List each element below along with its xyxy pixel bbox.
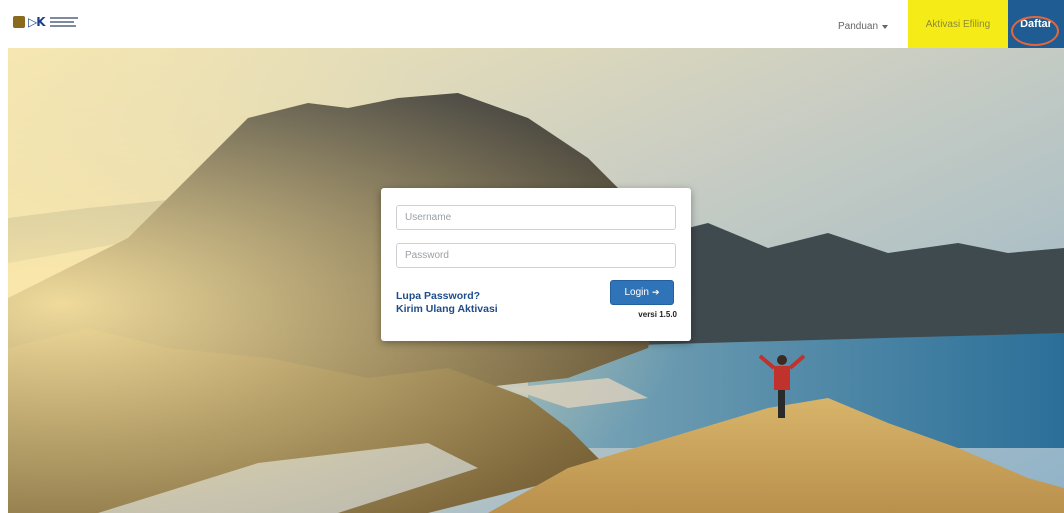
nav-efiling-activation[interactable]: Aktivasi Efiling [908, 0, 1008, 48]
password-input[interactable] [396, 243, 676, 268]
logo-subtitle [49, 17, 78, 27]
login-button-label: Login [624, 287, 649, 298]
login-card: Lupa Password? Kirim Ulang Aktivasi Logi… [381, 188, 691, 341]
top-navbar: ▷K Panduan Aktivasi Efiling Daftar [0, 0, 1064, 48]
nav-register-button[interactable]: Daftar [1008, 0, 1064, 48]
sign-in-icon: ➔ [651, 287, 660, 297]
nav-register-label: Daftar [1020, 18, 1052, 30]
login-button[interactable]: Login ➔ [610, 280, 674, 305]
forgot-password-link[interactable]: Lupa Password? [396, 290, 480, 302]
nav-efiling-label: Aktivasi Efiling [925, 18, 991, 30]
djki-logo[interactable]: ▷K [13, 16, 78, 28]
caret-down-icon [882, 24, 889, 29]
nav-guide-dropdown[interactable]: Panduan [838, 21, 889, 32]
resend-activation-link[interactable]: Kirim Ulang Aktivasi [396, 303, 498, 315]
username-input[interactable] [396, 205, 676, 230]
logo-mark: ▷K [28, 15, 46, 29]
nav-guide-label: Panduan [838, 21, 879, 32]
version-label: versi 1.5.0 [638, 310, 677, 319]
emblem-icon [13, 16, 25, 28]
